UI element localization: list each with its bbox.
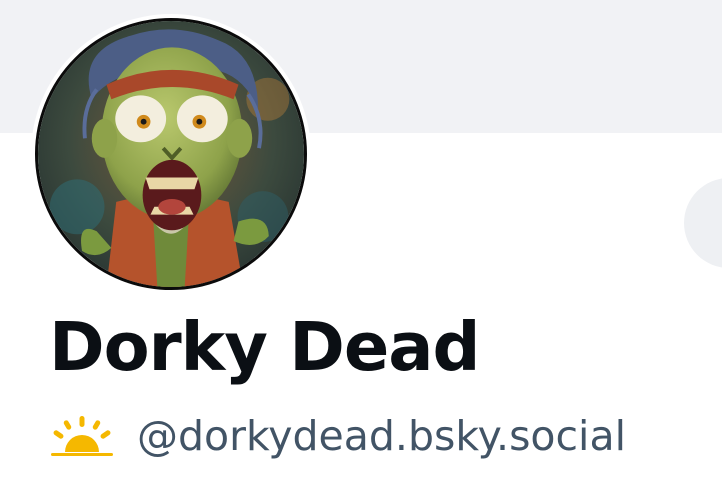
profile-action-button[interactable] — [684, 178, 722, 268]
handle-row: @dorkydead.bsky.social — [49, 410, 626, 462]
avatar[interactable] — [31, 14, 311, 294]
profile-header: Dorky Dead @dorkydead.bsky.social — [0, 0, 722, 489]
zombie-avatar-icon — [35, 18, 307, 290]
sunrise-emoji-icon — [51, 416, 113, 456]
profile-handle[interactable]: @dorkydead.bsky.social — [137, 410, 626, 462]
display-name: Dorky Dead — [49, 308, 480, 386]
